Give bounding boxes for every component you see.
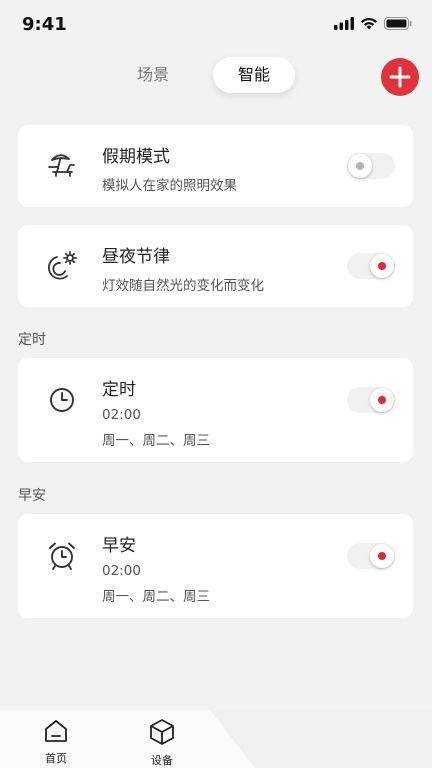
beach-umbrella-icon — [48, 154, 75, 177]
nav-item-devices[interactable]: 设备 — [132, 718, 192, 768]
card-title: 定时 — [102, 380, 136, 400]
toggle-knob — [370, 254, 394, 278]
section-label-timer: 定时 — [18, 332, 46, 348]
alarm-clock-icon — [49, 542, 75, 570]
timer-days: 周一、周二、周三 — [102, 433, 210, 449]
status-icons — [334, 17, 412, 30]
section-label-good-morning: 早安 — [18, 488, 46, 504]
smart-screen: 9:41 场景 智能 假期模式 模拟人在家的照明效果 昼夜节律 灯效随自然光的变… — [0, 0, 432, 768]
signal-icon — [334, 17, 354, 30]
toggle-knob — [370, 388, 394, 412]
good-morning-toggle[interactable] — [347, 543, 395, 569]
vacation-mode-toggle[interactable] — [347, 153, 395, 179]
cube-icon — [150, 719, 174, 745]
alarm-days: 周一、周二、周三 — [102, 589, 210, 605]
add-button[interactable] — [381, 58, 419, 96]
home-icon — [45, 720, 67, 742]
card-title: 假期模式 — [102, 147, 170, 167]
status-bar: 9:41 — [0, 0, 432, 50]
alarm-time: 02:00 — [102, 563, 141, 579]
tab-scene[interactable]: 场景 — [118, 57, 188, 93]
nav-item-home[interactable]: 首页 — [26, 718, 86, 766]
status-time: 9:41 — [22, 14, 67, 35]
card-title: 昼夜节律 — [102, 247, 170, 267]
plus-icon — [389, 66, 411, 88]
timer-time: 02:00 — [102, 407, 141, 423]
card-subtitle: 灯效随自然光的变化而变化 — [102, 278, 264, 294]
toggle-knob — [348, 154, 372, 178]
good-morning-card[interactable]: 早安 02:00 周一、周二、周三 — [18, 514, 413, 618]
toggle-knob — [370, 544, 394, 568]
clock-icon — [50, 388, 74, 412]
card-title: 早安 — [102, 536, 136, 556]
circadian-rhythm-card[interactable]: 昼夜节律 灯效随自然光的变化而变化 — [18, 225, 413, 307]
tab-switcher: 场景 智能 — [118, 57, 298, 95]
day-night-icon — [48, 251, 77, 280]
nav-label: 设备 — [151, 754, 173, 767]
wifi-icon — [361, 17, 377, 30]
card-subtitle: 模拟人在家的照明效果 — [102, 178, 237, 194]
circadian-rhythm-toggle[interactable] — [347, 253, 395, 279]
battery-icon — [384, 17, 412, 30]
bottom-nav: 首页 设备 — [0, 710, 432, 768]
tab-smart[interactable]: 智能 — [213, 57, 295, 93]
vacation-mode-card[interactable]: 假期模式 模拟人在家的照明效果 — [18, 125, 413, 207]
timer-card[interactable]: 定时 02:00 周一、周二、周三 — [18, 358, 413, 462]
nav-label: 首页 — [45, 752, 67, 765]
timer-toggle[interactable] — [347, 387, 395, 413]
